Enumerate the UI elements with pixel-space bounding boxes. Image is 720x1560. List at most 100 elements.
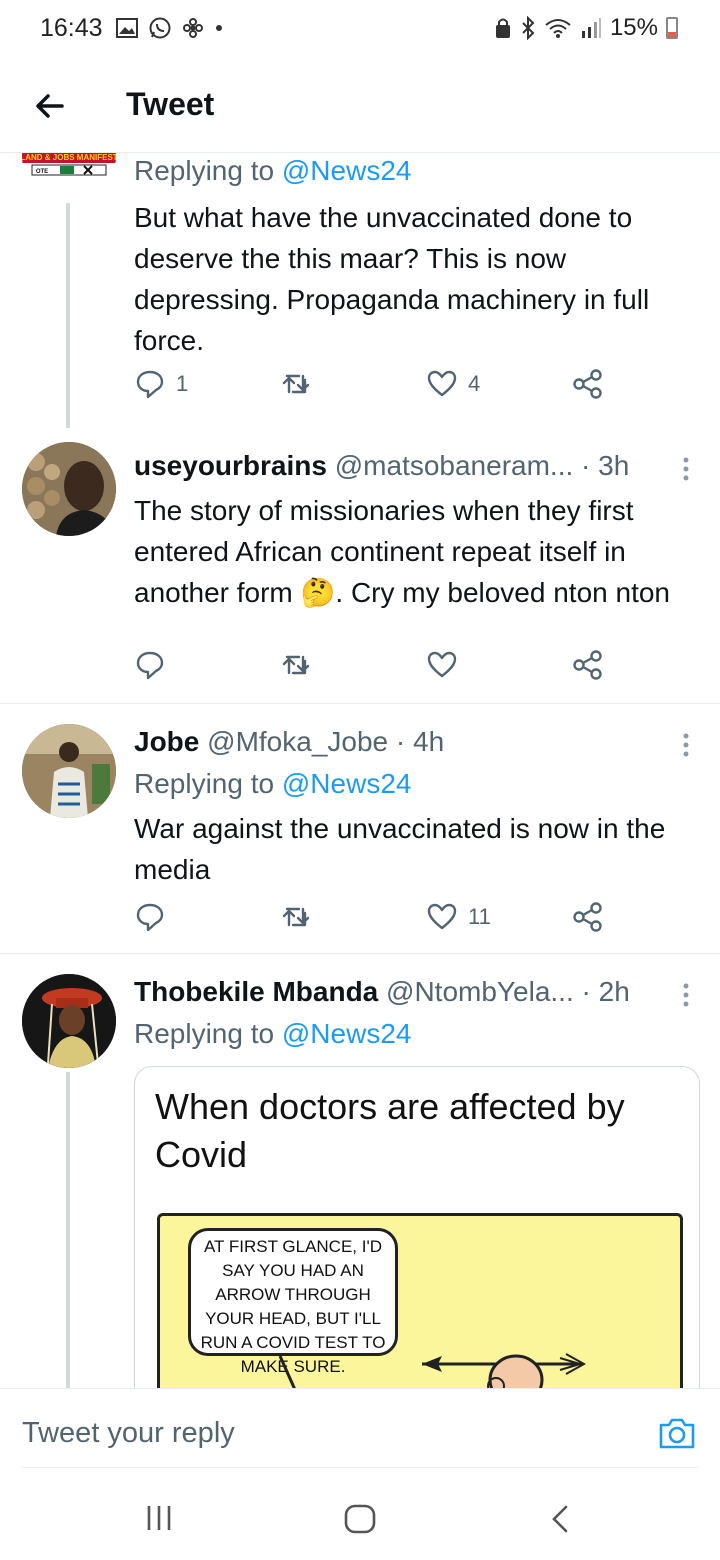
signal-icon xyxy=(581,18,601,38)
more-options-button[interactable] xyxy=(682,982,690,1008)
notification-icons xyxy=(116,16,224,40)
share-icon xyxy=(573,650,602,680)
tweet-actions: 1 4 xyxy=(134,367,614,407)
reply-button[interactable]: 1 xyxy=(134,367,188,401)
more-vertical-icon xyxy=(683,457,689,481)
like-button[interactable]: 4 xyxy=(426,367,480,401)
replying-label: Replying to xyxy=(134,1018,282,1049)
thread-line xyxy=(66,1072,70,1388)
tweet-reply-4[interactable]: Thobekile Mbanda @NtombYela... · 2h Repl… xyxy=(0,954,720,1388)
retweet-icon xyxy=(282,374,310,394)
tweet-header: Thobekile Mbanda @NtombYela... · 2h xyxy=(134,976,630,1008)
retweet-button[interactable] xyxy=(280,648,312,682)
camera-button[interactable] xyxy=(658,1415,696,1451)
avatar[interactable] xyxy=(22,974,116,1068)
reply-icon xyxy=(136,651,164,680)
user-handle[interactable]: @NtombYela... xyxy=(386,976,574,1007)
share-button[interactable] xyxy=(572,648,604,682)
tweet-text: War against the unvaccinated is now in t… xyxy=(134,813,666,885)
reply-count: 1 xyxy=(176,371,189,396)
like-button[interactable] xyxy=(426,648,458,682)
replying-to: Replying to @News24 xyxy=(134,768,411,800)
tweet-header: Jobe @Mfoka_Jobe · 4h xyxy=(134,726,444,758)
chevron-left-icon xyxy=(552,1505,568,1533)
thread-line xyxy=(66,203,70,428)
tweet-text: But what have the unvaccinated done to d… xyxy=(134,202,650,356)
heart-icon xyxy=(427,903,457,930)
profile-photo xyxy=(22,974,116,1068)
display-name[interactable]: Jobe xyxy=(134,726,199,757)
reply-input[interactable]: Tweet your reply xyxy=(22,1417,235,1450)
profile-photo xyxy=(22,724,116,818)
user-handle[interactable]: @Mfoka_Jobe xyxy=(207,726,388,757)
like-count: 11 xyxy=(468,904,491,929)
like-button[interactable]: 11 xyxy=(426,900,491,934)
tweet-text: The story of missionaries when they firs… xyxy=(134,495,671,608)
replying-label: Replying to xyxy=(134,768,282,799)
camera-icon xyxy=(659,1418,695,1449)
battery-icon xyxy=(666,17,678,39)
dot-icon xyxy=(216,25,222,31)
arrow-head-illustration xyxy=(278,1353,587,1388)
svg-text:LAND & JOBS MANIFEST: LAND & JOBS MANIFEST xyxy=(22,153,116,162)
mention-link[interactable]: @News24 xyxy=(282,1018,412,1049)
user-handle[interactable]: @matsobaneram... xyxy=(335,450,574,481)
reply-button[interactable] xyxy=(134,900,166,934)
page-title: Tweet xyxy=(126,86,215,122)
tweet-time: · 4h xyxy=(395,726,445,757)
display-name[interactable]: Thobekile Mbanda xyxy=(134,976,378,1007)
back-button[interactable] xyxy=(30,84,74,128)
back-nav-button[interactable] xyxy=(550,1504,570,1539)
heart-icon xyxy=(427,370,457,397)
reply-icon xyxy=(136,370,164,399)
reply-composer: Tweet your reply xyxy=(0,1388,720,1469)
status-bar: 16:43 15% xyxy=(0,0,720,58)
avatar[interactable] xyxy=(22,724,116,818)
tweet-reply-1[interactable]: LAND & JOBS MANIFEST OTE Replying to @Ne… xyxy=(0,153,720,428)
retweet-icon xyxy=(282,655,310,675)
tweet-reply-2[interactable]: useyourbrains @matsobaneram... · 3h The … xyxy=(0,428,720,704)
retweet-button[interactable] xyxy=(280,900,312,934)
home-button[interactable] xyxy=(344,1504,376,1539)
profile-photo xyxy=(22,442,116,536)
avatar[interactable] xyxy=(22,442,116,536)
more-options-button[interactable] xyxy=(682,732,690,758)
comic-panel: AT FIRST GLANCE, I'D SAY YOU HAD AN ARRO… xyxy=(157,1213,683,1388)
replying-label: Replying to xyxy=(134,155,282,186)
tweet-actions xyxy=(134,648,614,688)
status-time: 16:43 xyxy=(40,14,103,42)
share-button[interactable] xyxy=(572,367,604,401)
svg-text:OTE: OTE xyxy=(36,169,48,175)
wifi-icon xyxy=(545,19,571,38)
mention-link[interactable]: @News24 xyxy=(282,155,412,186)
attached-image[interactable]: When doctors are affected by Covid AT FI… xyxy=(134,1066,700,1388)
fan-icon xyxy=(183,18,203,38)
system-navigation-bar xyxy=(0,1468,720,1560)
share-button[interactable] xyxy=(572,900,604,934)
mention-link[interactable]: @News24 xyxy=(282,768,412,799)
retweet-icon xyxy=(282,907,310,927)
top-app-bar: Tweet xyxy=(0,62,720,153)
tweet-time: · 2h xyxy=(581,976,630,1007)
system-icons: 15% xyxy=(494,14,678,42)
battery-percent: 15% xyxy=(609,14,658,41)
more-vertical-icon xyxy=(683,733,689,757)
avatar[interactable]: LAND & JOBS MANIFEST OTE xyxy=(22,153,116,203)
recent-apps-button[interactable] xyxy=(145,1504,173,1537)
reply-icon xyxy=(136,903,164,932)
recent-apps-icon xyxy=(147,1506,171,1530)
tweet-time: · 3h xyxy=(581,450,630,481)
land-jobs-manifesto-logo: LAND & JOBS MANIFEST OTE xyxy=(22,153,116,202)
display-name[interactable]: useyourbrains xyxy=(134,450,327,481)
more-options-button[interactable] xyxy=(682,456,690,482)
replying-to: Replying to @News24 xyxy=(134,1018,411,1050)
reply-feed: LAND & JOBS MANIFEST OTE Replying to @Ne… xyxy=(0,153,720,1388)
gallery-icon xyxy=(116,18,138,38)
bluetooth-icon xyxy=(522,16,535,40)
replying-to: Replying to @News24 xyxy=(134,155,411,187)
tweet-header: useyourbrains @matsobaneram... · 3h xyxy=(134,450,629,482)
lock-icon xyxy=(495,18,510,38)
tweet-reply-3[interactable]: Jobe @Mfoka_Jobe · 4h Replying to @News2… xyxy=(0,704,720,953)
retweet-button[interactable] xyxy=(280,367,312,401)
reply-button[interactable] xyxy=(134,648,166,682)
